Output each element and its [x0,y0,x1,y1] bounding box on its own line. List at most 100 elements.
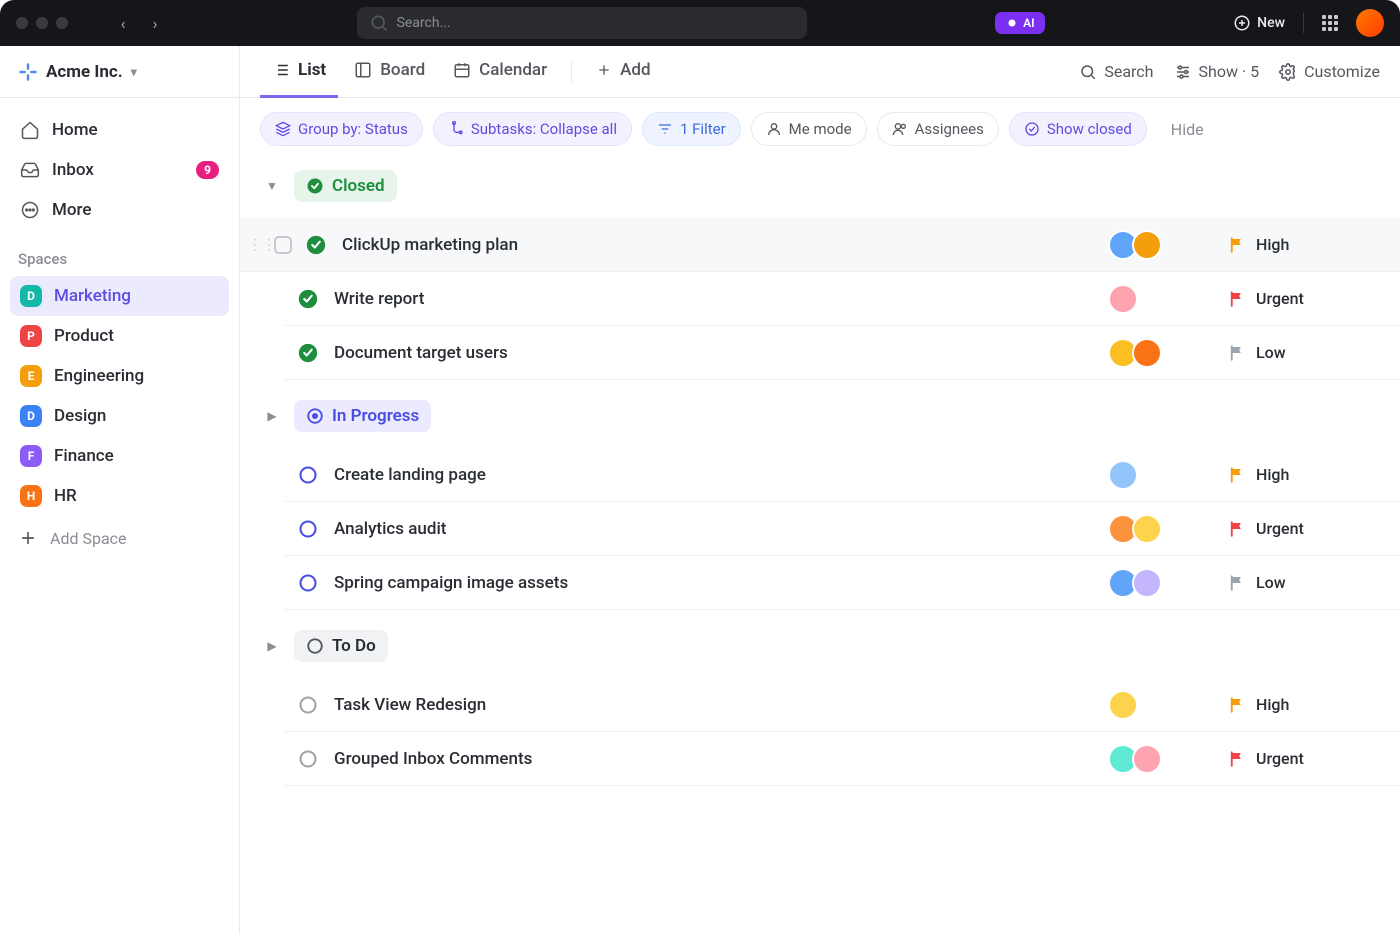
group-toggle[interactable]: ▼ [262,176,282,196]
workspace-logo-icon [18,62,38,82]
task-group-todo: ▶ To Do Task View Redesign High Grouped … [240,620,1400,796]
assignees-chip[interactable]: Assignees [877,112,999,146]
sidebar-item-inbox[interactable]: Inbox 9 [10,150,229,190]
assignee-avatar[interactable] [1132,230,1162,260]
tab-calendar[interactable]: Calendar [441,46,559,98]
space-badge-icon: H [20,485,42,507]
ai-button[interactable]: AI [995,12,1044,34]
task-priority[interactable]: Low [1228,573,1378,592]
tab-list[interactable]: List [260,46,338,98]
drag-handle-icon[interactable]: ⋮⋮ [248,237,266,253]
space-badge-icon: D [20,285,42,307]
task-priority[interactable]: High [1228,465,1378,484]
show-closed-chip[interactable]: Show closed [1009,112,1147,146]
task-row[interactable]: Create landing page High [284,448,1400,502]
search-icon [369,13,389,33]
task-row[interactable]: Spring campaign image assets Low [284,556,1400,610]
task-group-closed: ▼ Closed ⋮⋮ ClickUp marketing plan High … [240,160,1400,390]
space-label: Engineering [54,366,144,386]
task-title: Grouped Inbox Comments [328,749,1108,769]
task-status-icon[interactable] [298,695,318,715]
chip-label: Subtasks: Collapse all [471,120,617,138]
assignee-avatar[interactable] [1132,514,1162,544]
tab-board[interactable]: Board [342,46,437,98]
apps-grid-icon[interactable] [1322,15,1338,31]
task-status-icon[interactable] [298,289,318,309]
label: Customize [1304,62,1380,81]
task-status-icon[interactable] [298,519,318,539]
task-status-icon[interactable] [298,465,318,485]
task-row[interactable]: Write report Urgent [284,272,1400,326]
subtasks-chip[interactable]: Subtasks: Collapse all [433,112,632,146]
assignee-avatar[interactable] [1132,744,1162,774]
task-priority[interactable]: Urgent [1228,749,1378,768]
sidebar-space-finance[interactable]: FFinance [10,436,229,476]
nav-back-button[interactable]: ‹ [110,14,136,33]
status-label: In Progress [332,406,419,426]
workspace-switcher[interactable]: Acme Inc. ▾ [0,46,239,98]
task-priority[interactable]: Urgent [1228,289,1378,308]
task-row[interactable]: Task View Redesign High [284,678,1400,732]
window-controls[interactable] [16,17,68,29]
priority-label: High [1256,695,1289,714]
view-customize-button[interactable]: Customize [1279,62,1380,81]
chip-label: Me mode [789,120,852,138]
task-priority[interactable]: High [1228,695,1378,714]
task-title: Analytics audit [328,519,1108,539]
priority-label: High [1256,235,1289,254]
task-status-icon[interactable] [298,749,318,769]
group-toggle[interactable]: ▶ [262,636,282,656]
task-status-icon[interactable] [306,235,326,255]
inbox-icon [20,160,40,180]
task-status-icon[interactable] [298,573,318,593]
sidebar-space-design[interactable]: DDesign [10,396,229,436]
tab-label: Calendar [479,60,547,80]
group-by-chip[interactable]: Group by: Status [260,112,423,146]
workspace-name: Acme Inc. [46,62,123,82]
sidebar-space-engineering[interactable]: EEngineering [10,356,229,396]
tab-add-view[interactable]: Add [584,46,662,98]
me-mode-chip[interactable]: Me mode [751,112,867,146]
sidebar-space-product[interactable]: PProduct [10,316,229,356]
priority-label: Urgent [1256,289,1304,308]
check-circle-icon [1024,121,1040,137]
assignee-avatar[interactable] [1108,284,1138,314]
view-show-button[interactable]: Show · 5 [1174,62,1260,81]
sidebar-space-hr[interactable]: HHR [10,476,229,516]
sidebar-space-marketing[interactable]: DMarketing [10,276,229,316]
sidebar-item-home[interactable]: Home [10,110,229,150]
assignee-avatar[interactable] [1108,460,1138,490]
assignee-avatar[interactable] [1132,338,1162,368]
sparkle-icon [1005,16,1019,30]
status-pill[interactable]: Closed [294,170,397,202]
status-pill[interactable]: In Progress [294,400,431,432]
group-toggle[interactable]: ▶ [262,406,282,426]
task-status-icon[interactable] [298,343,318,363]
add-space-button[interactable]: Add Space [0,516,239,560]
sidebar: Acme Inc. ▾ Home Inbox 9 More Spaces DMa… [0,46,240,934]
user-avatar[interactable] [1356,9,1384,37]
subtask-icon [448,121,464,137]
task-row[interactable]: Grouped Inbox Comments Urgent [284,732,1400,786]
status-pill[interactable]: To Do [294,630,388,662]
assignee-avatar[interactable] [1132,568,1162,598]
task-priority[interactable]: Urgent [1228,519,1378,538]
hide-button[interactable]: Hide [1171,120,1204,139]
sidebar-item-label: Inbox [52,160,94,180]
task-checkbox[interactable] [274,236,292,254]
divider [1303,13,1304,33]
assignee-avatar[interactable] [1108,690,1138,720]
task-row[interactable]: Analytics audit Urgent [284,502,1400,556]
sidebar-item-more[interactable]: More [10,190,229,230]
new-button[interactable]: New [1233,14,1285,32]
task-priority[interactable]: Low [1228,343,1378,362]
task-row[interactable]: Document target users Low [284,326,1400,380]
task-row[interactable]: ⋮⋮ ClickUp marketing plan High [240,218,1400,272]
nav-forward-button[interactable]: › [142,14,168,33]
home-icon [20,120,40,140]
view-search-button[interactable]: Search [1079,62,1153,81]
chip-label: Group by: Status [298,120,408,138]
filter-chip[interactable]: 1 Filter [642,112,741,146]
task-priority[interactable]: High [1228,235,1378,254]
global-search-input[interactable]: Search... [357,7,807,39]
